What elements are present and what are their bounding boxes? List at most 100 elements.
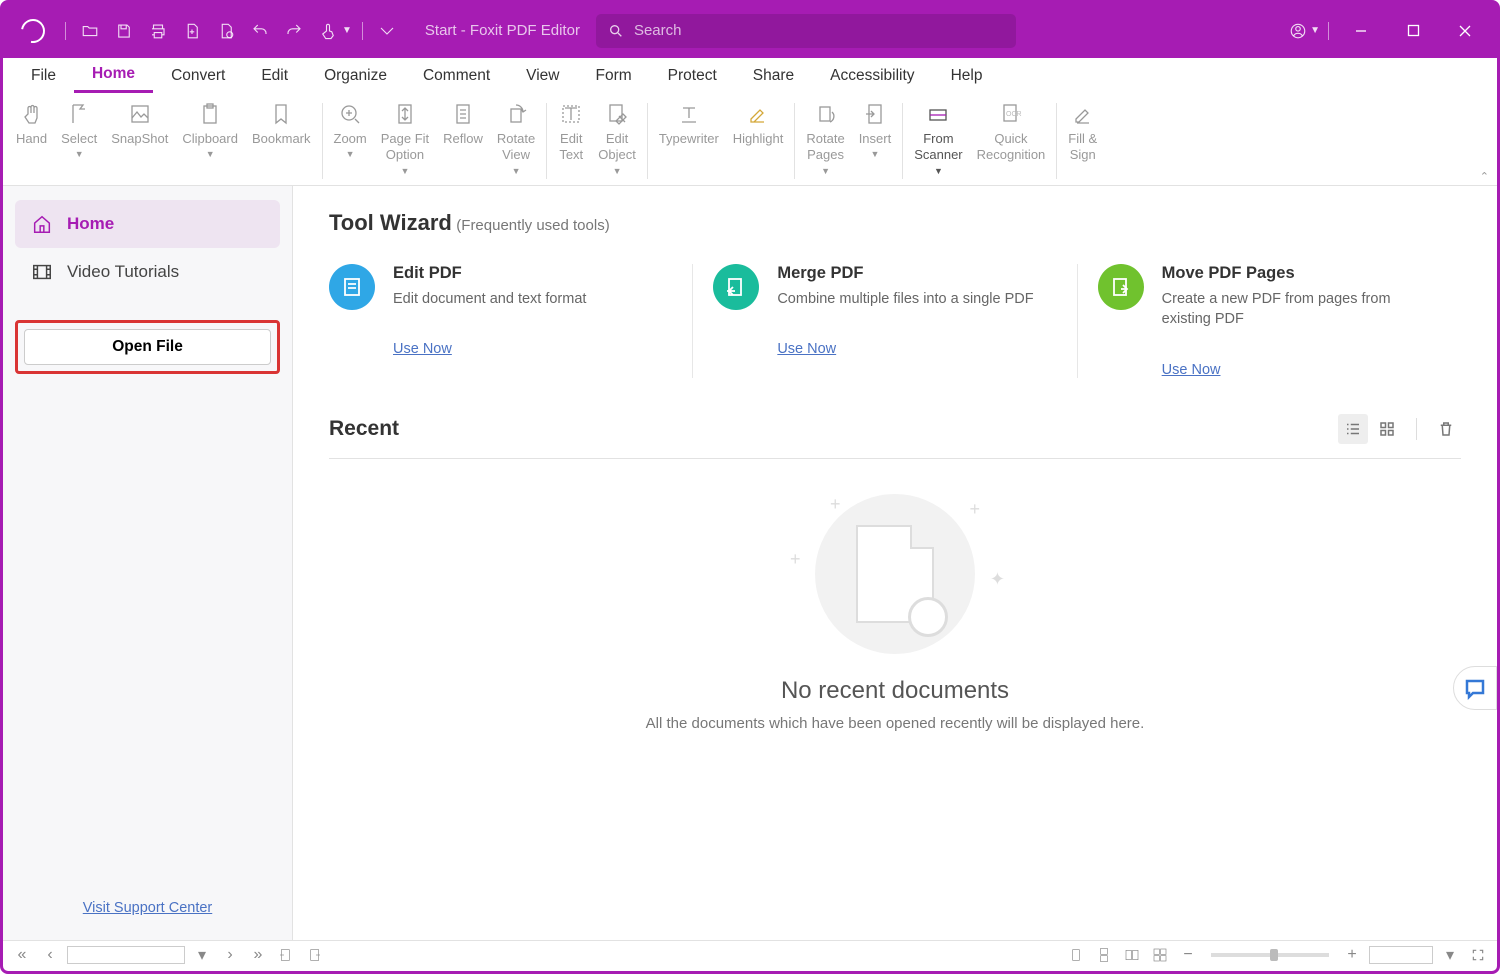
card-move-pdf[interactable]: Move PDF Pages Create a new PDF from pag… (1078, 264, 1461, 378)
fillsign-icon (1070, 101, 1096, 127)
tool-insert[interactable]: Insert▼ (852, 97, 899, 185)
menu-accessibility[interactable]: Accessibility (812, 60, 932, 92)
help-bubble-button[interactable] (1453, 666, 1497, 710)
tool-zoom[interactable]: Zoom▼ (327, 97, 374, 185)
redo-icon[interactable] (280, 17, 308, 45)
zoom-value-input[interactable] (1369, 946, 1433, 964)
sidebar-item-video[interactable]: Video Tutorials (15, 248, 280, 296)
tool-hand[interactable]: Hand (9, 97, 54, 185)
home-icon (31, 213, 53, 235)
card-edit-pdf[interactable]: Edit PDF Edit document and text format U… (329, 264, 693, 378)
rotatepages-icon (813, 101, 839, 127)
maximize-button[interactable] (1389, 3, 1437, 58)
zoom-dropdown-button[interactable]: ▾ (1439, 945, 1461, 965)
divider (329, 458, 1461, 459)
search-input[interactable] (634, 22, 1004, 39)
collapse-ribbon-icon[interactable]: ⌃ (1480, 170, 1489, 183)
tool-highlight[interactable]: Highlight (726, 97, 791, 185)
view-grid-button[interactable] (1372, 414, 1402, 444)
pagefit-icon (392, 101, 418, 127)
bookmark-icon (268, 101, 294, 127)
page-number-input[interactable] (67, 946, 185, 964)
separator (362, 22, 363, 40)
dropdown-caret-icon[interactable]: ▼ (1310, 25, 1320, 36)
empty-state-illustration: + + + ✦ (780, 489, 1010, 659)
undo-icon[interactable] (246, 17, 274, 45)
nav-fwd-button[interactable] (303, 945, 325, 965)
menu-form[interactable]: Form (577, 60, 649, 92)
video-icon (31, 261, 53, 283)
view-single-icon[interactable] (1065, 945, 1087, 965)
dropdown-caret-icon[interactable]: ▼ (342, 25, 352, 36)
support-center-link[interactable]: Visit Support Center (15, 890, 280, 926)
save-icon[interactable] (110, 17, 138, 45)
tool-editobject[interactable]: Edit Object▼ (591, 97, 643, 185)
select-icon (66, 101, 92, 127)
tool-reflow[interactable]: Reflow (436, 97, 490, 185)
menu-protect[interactable]: Protect (650, 60, 735, 92)
search-box[interactable] (596, 14, 1016, 48)
last-page-button[interactable]: » (247, 945, 269, 965)
tool-fillsign[interactable]: Fill & Sign (1061, 97, 1104, 185)
clipboard-icon (197, 101, 223, 127)
page-new-icon[interactable] (212, 17, 240, 45)
use-now-link[interactable]: Use Now (1162, 362, 1441, 378)
tool-select[interactable]: Select▼ (54, 97, 104, 185)
tool-typewriter[interactable]: Typewriter (652, 97, 726, 185)
separator (1416, 418, 1417, 440)
open-folder-icon[interactable] (76, 17, 104, 45)
sidebar-item-home[interactable]: Home (15, 200, 280, 248)
tool-rotateview[interactable]: Rotate View▼ (490, 97, 542, 185)
tool-ocr[interactable]: OCRQuick Recognition (970, 97, 1053, 185)
card-merge-pdf[interactable]: Merge PDF Combine multiple files into a … (693, 264, 1077, 378)
print-icon[interactable] (144, 17, 172, 45)
chat-icon (1463, 676, 1487, 700)
prev-page-button[interactable]: ‹ (39, 945, 61, 965)
use-now-link[interactable]: Use Now (393, 341, 586, 357)
menu-file[interactable]: File (13, 60, 74, 92)
use-now-link[interactable]: Use Now (777, 341, 1033, 357)
menu-home[interactable]: Home (74, 58, 153, 93)
clear-recent-button[interactable] (1431, 414, 1461, 444)
fullscreen-button[interactable] (1467, 945, 1489, 965)
ocr-icon: OCR (998, 101, 1024, 127)
touch-icon[interactable] (314, 17, 342, 45)
tool-pagefit[interactable]: Page Fit Option▼ (374, 97, 436, 185)
status-bar: « ‹ ▾ › » − + ▾ (3, 940, 1497, 968)
nav-back-button[interactable] (275, 945, 297, 965)
separator (794, 103, 795, 179)
svg-text:OCR: OCR (1006, 111, 1022, 118)
first-page-button[interactable]: « (11, 945, 33, 965)
menu-comment[interactable]: Comment (405, 60, 508, 92)
open-file-button[interactable]: Open File (24, 329, 271, 365)
close-button[interactable] (1441, 3, 1489, 58)
next-page-button[interactable]: › (219, 945, 241, 965)
qat-customize-icon[interactable] (373, 17, 401, 45)
tool-edittext[interactable]: Edit Text (551, 97, 591, 185)
rotate-icon (503, 101, 529, 127)
view-facing-icon[interactable] (1121, 945, 1143, 965)
tool-rotatepages[interactable]: Rotate Pages▼ (799, 97, 851, 185)
menu-edit[interactable]: Edit (243, 60, 306, 92)
view-facing-cont-icon[interactable] (1149, 945, 1171, 965)
view-continuous-icon[interactable] (1093, 945, 1115, 965)
separator (1056, 103, 1057, 179)
view-list-button[interactable] (1338, 414, 1368, 444)
page-dropdown-button[interactable]: ▾ (191, 945, 213, 965)
tool-from-scanner[interactable]: From Scanner▼ (907, 97, 969, 185)
zoom-in-button[interactable]: + (1341, 945, 1363, 965)
menu-organize[interactable]: Organize (306, 60, 405, 92)
tool-bookmark[interactable]: Bookmark (245, 97, 318, 185)
menu-convert[interactable]: Convert (153, 60, 243, 92)
page-add-icon[interactable] (178, 17, 206, 45)
minimize-button[interactable] (1337, 3, 1385, 58)
tool-clipboard[interactable]: Clipboard▼ (175, 97, 245, 185)
tool-snapshot[interactable]: SnapShot (104, 97, 175, 185)
menu-help[interactable]: Help (933, 60, 1001, 92)
zoom-slider[interactable] (1211, 953, 1329, 957)
user-account-icon[interactable] (1284, 17, 1312, 45)
main-content: Tool Wizard (Frequently used tools) Edit… (293, 186, 1497, 940)
menu-view[interactable]: View (508, 60, 577, 92)
zoom-out-button[interactable]: − (1177, 945, 1199, 965)
menu-share[interactable]: Share (735, 60, 812, 92)
